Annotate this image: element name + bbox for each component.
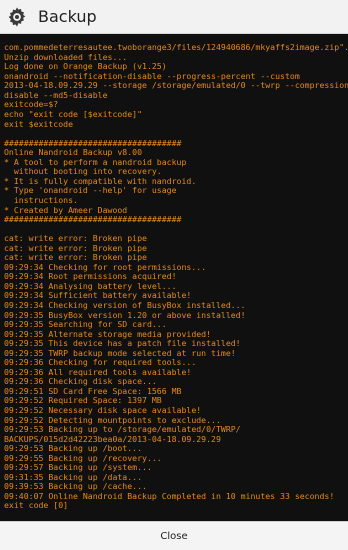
footer-bar: Close bbox=[0, 521, 348, 550]
page-title: Backup bbox=[38, 7, 97, 26]
title-bar: Backup bbox=[0, 0, 348, 34]
console-line: #################################### bbox=[4, 214, 182, 225]
console-output[interactable]: com.pommedeterresautee.twoborange3/files… bbox=[0, 34, 348, 521]
console-text: com.pommedeterresautee.twoborange3/files… bbox=[4, 43, 348, 511]
close-button[interactable]: Close bbox=[0, 522, 348, 550]
console-line: exit code [0] bbox=[4, 500, 69, 511]
console-line: exit $exitcode bbox=[4, 118, 74, 129]
gear-icon bbox=[6, 6, 28, 28]
